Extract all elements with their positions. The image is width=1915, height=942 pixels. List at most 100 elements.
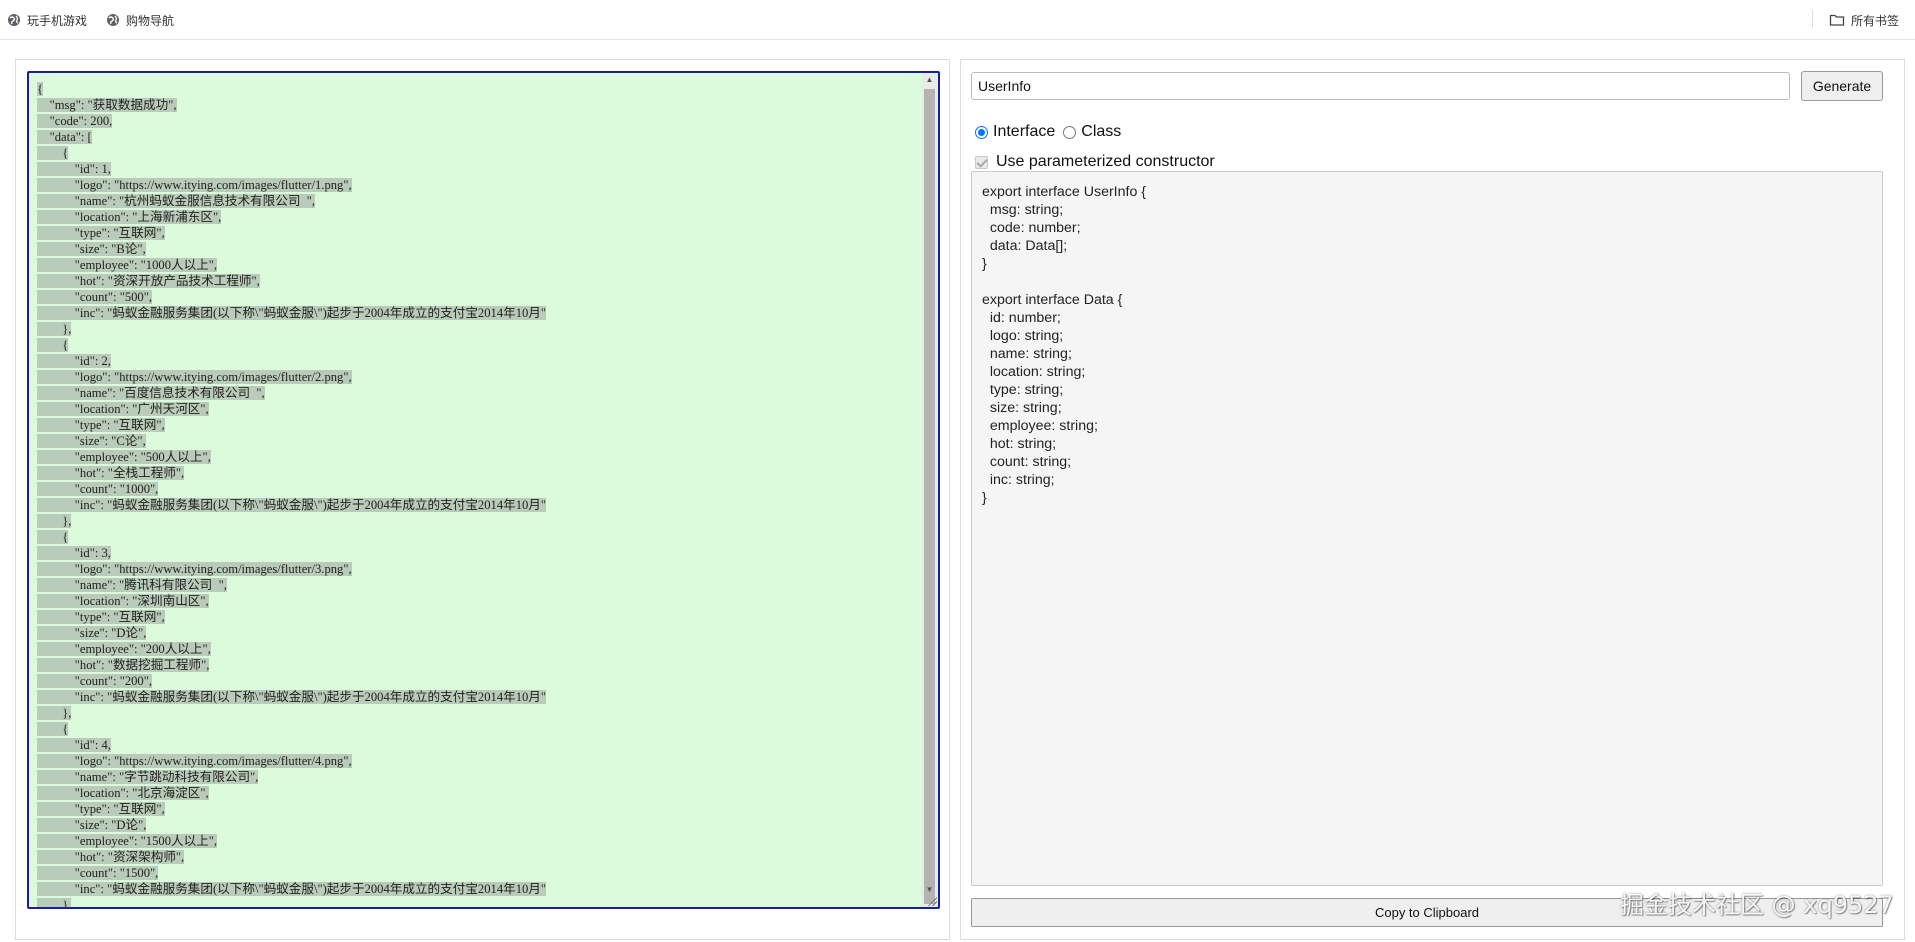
output-line: export interface Data {	[982, 292, 1123, 308]
scroll-thumb[interactable]	[924, 89, 935, 904]
json-line-text: "count": "500",	[37, 290, 153, 304]
json-line-text: },	[37, 514, 72, 528]
json-line-text: "size": "C论",	[37, 434, 146, 448]
json-line-text: "type": "互联网",	[37, 802, 165, 816]
json-line-text: "logo": "https://www.itying.com/images/f…	[37, 370, 352, 384]
constructor-option: Use parameterized constructor	[975, 152, 1215, 172]
class-radio[interactable]	[1063, 125, 1077, 139]
json-line: "hot": "全栈工程师",	[37, 465, 916, 481]
json-line-text: "id": 3,	[37, 546, 111, 560]
constructor-label: Use parameterized constructor	[996, 153, 1215, 170]
json-line-text: "type": "互联网",	[37, 610, 165, 624]
bookmark-label: 购物导航	[126, 13, 175, 28]
json-input-textarea[interactable]: { "msg": "获取数据成功", "code": 200, "data": …	[27, 71, 940, 909]
json-line: "employee": "500人以上",	[37, 449, 916, 465]
json-line-text: "data": [	[37, 130, 92, 144]
json-line-text: "employee": "500人以上",	[37, 450, 211, 464]
all-bookmarks-button[interactable]: 所有书签	[1829, 9, 1899, 31]
json-line: },	[37, 705, 916, 721]
json-line: "id": 2,	[37, 353, 916, 369]
output-line: employee: string;	[982, 418, 1098, 434]
json-line: "size": "D论",	[37, 625, 916, 641]
json-line-text: },	[37, 322, 72, 336]
json-line: },	[37, 897, 916, 907]
json-line-text: "logo": "https://www.itying.com/images/f…	[37, 178, 352, 192]
json-line-text: "inc": "蚂蚁金融服务集团(以下称\"蚂蚁金服\")起步于2004年成立的…	[37, 306, 547, 320]
json-line: "name": "腾讯科有限公司 ",	[37, 577, 916, 593]
json-line: "inc": "蚂蚁金融服务集团(以下称\"蚂蚁金服\")起步于2004年成立的…	[37, 497, 916, 513]
json-line-text: "hot": "资深架构师",	[37, 850, 185, 864]
json-line-text: "id": 1,	[37, 162, 111, 176]
output-line: hot: string;	[982, 436, 1057, 452]
json-line: "inc": "蚂蚁金融服务集团(以下称\"蚂蚁金服\")起步于2004年成立的…	[37, 881, 916, 897]
typescript-output[interactable]: export interface UserInfo { msg: string;…	[971, 171, 1883, 886]
json-line: "hot": "资深架构师",	[37, 849, 916, 865]
json-line-text: "name": "百度信息技术有限公司 ",	[37, 386, 265, 400]
divider	[1812, 10, 1813, 28]
json-line-text: "employee": "1500人以上",	[37, 834, 218, 848]
json-line-text: "location": "北京海淀区",	[37, 786, 209, 800]
json-line-text: {	[37, 146, 69, 160]
json-line: "location": "北京海淀区",	[37, 785, 916, 801]
json-line: "type": "互联网",	[37, 609, 916, 625]
constructor-checkbox[interactable]	[975, 155, 988, 169]
json-line: "type": "互联网",	[37, 417, 916, 433]
folder-icon	[1829, 14, 1845, 26]
output-line: logo: string;	[982, 328, 1064, 344]
watermark: 掘金技术社区 @ xq9527	[1620, 891, 1894, 919]
json-line-text: "employee": "200人以上",	[37, 642, 211, 656]
json-line-text: "employee": "1000人以上",	[37, 258, 218, 272]
json-line-text: "location": "上海新浦东区",	[37, 210, 222, 224]
interface-radio[interactable]	[975, 125, 988, 139]
json-line-text: "id": 4,	[37, 738, 111, 752]
json-line: },	[37, 513, 916, 529]
scrollbar[interactable]: ▲ ▼	[921, 73, 938, 907]
output-line: }	[982, 256, 987, 272]
output-line: data: Data[];	[982, 238, 1068, 254]
json-line: "location": "广州天河区",	[37, 401, 916, 417]
json-line: "logo": "https://www.itying.com/images/f…	[37, 561, 916, 577]
globe-icon	[8, 14, 20, 26]
json-line-text: {	[37, 82, 44, 96]
json-line: "location": "上海新浦东区",	[37, 209, 916, 225]
json-line: "count": "1000",	[37, 481, 916, 497]
interface-radio-label[interactable]: Interface	[993, 123, 1055, 141]
json-line: "type": "互联网",	[37, 225, 916, 241]
json-line-text: "logo": "https://www.itying.com/images/f…	[37, 754, 352, 768]
json-line: "logo": "https://www.itying.com/images/f…	[37, 177, 916, 193]
json-line-text: "count": "1000",	[37, 482, 159, 496]
json-line: "name": "百度信息技术有限公司 ",	[37, 385, 916, 401]
json-line: "employee": "1000人以上",	[37, 257, 916, 273]
class-radio-label[interactable]: Class	[1081, 123, 1121, 141]
generate-button[interactable]: Generate	[1801, 71, 1883, 101]
class-name-input[interactable]	[971, 72, 1790, 100]
json-line: {	[37, 529, 916, 545]
json-line-text: },	[37, 706, 72, 720]
json-line: },	[37, 321, 916, 337]
json-line: "msg": "获取数据成功",	[37, 97, 916, 113]
json-line-text: "inc": "蚂蚁金融服务集团(以下称\"蚂蚁金服\")起步于2004年成立的…	[37, 882, 547, 896]
scroll-down-arrow-icon[interactable]: ▼	[921, 883, 938, 897]
json-line: "data": [	[37, 129, 916, 145]
bookmark-item[interactable]: 购物导航	[106, 9, 174, 31]
json-line: "inc": "蚂蚁金融服务集团(以下称\"蚂蚁金服\")起步于2004年成立的…	[37, 689, 916, 705]
json-line-text: "location": "广州天河区",	[37, 402, 209, 416]
json-line-text: },	[37, 898, 72, 907]
resize-grip-icon[interactable]	[927, 896, 937, 906]
json-line: "logo": "https://www.itying.com/images/f…	[37, 753, 916, 769]
output-line: id: number;	[982, 310, 1061, 326]
json-line-text: "name": "腾讯科有限公司 ",	[37, 578, 227, 592]
json-input-panel: { "msg": "获取数据成功", "code": 200, "data": …	[15, 59, 950, 940]
json-line: "type": "互联网",	[37, 801, 916, 817]
json-line-text: "size": "D论",	[37, 818, 147, 832]
scroll-up-arrow-icon[interactable]: ▲	[921, 73, 938, 87]
output-line: msg: string;	[982, 202, 1064, 218]
json-line: "employee": "1500人以上",	[37, 833, 916, 849]
bookmark-item[interactable]: 玩手机游戏	[7, 9, 87, 31]
json-line: {	[37, 81, 916, 97]
json-line: "name": "杭州蚂蚁金服信息技术有限公司 ",	[37, 193, 916, 209]
json-line: "count": "1500",	[37, 865, 916, 881]
output-line: code: number;	[982, 220, 1081, 236]
json-line-text: "count": "1500",	[37, 866, 159, 880]
json-line-text: "msg": "获取数据成功",	[37, 98, 177, 112]
